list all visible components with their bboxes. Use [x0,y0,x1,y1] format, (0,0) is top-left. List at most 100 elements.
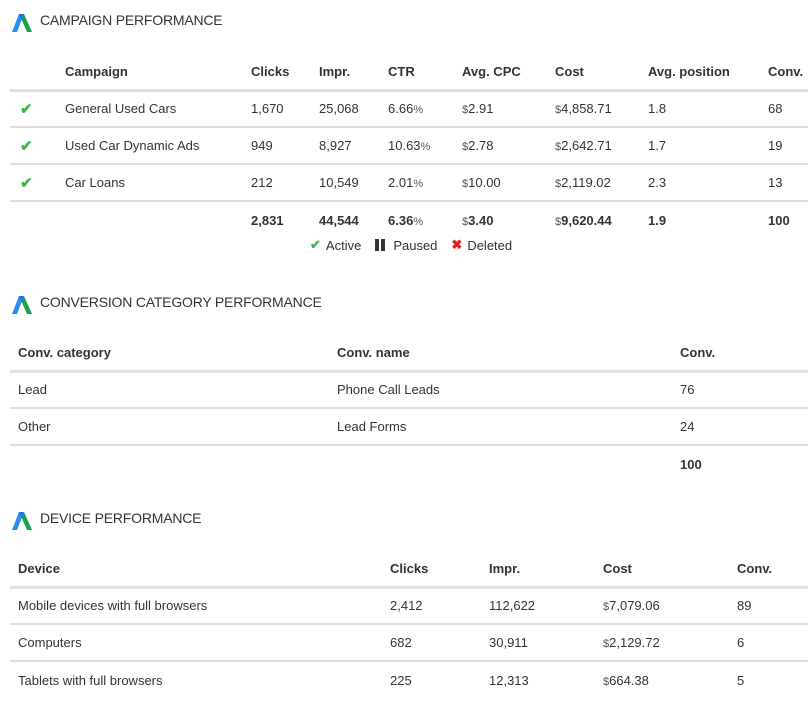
col-avg-cpc[interactable]: Avg. CPC [462,54,555,90]
conv-value: 76 [680,382,695,398]
percent-symbol: % [413,104,424,117]
total-avg-cpc: $3.40 [462,201,555,238]
conv-value: 13 [768,175,783,190]
table-row: Mobile devices with full browsers 2,412 … [10,587,808,624]
col-clicks[interactable]: Clicks [382,551,481,587]
avg-position-value: 1.7 [648,138,667,153]
avg-cpc-value: $2.91 [462,90,555,127]
cost-number: 2,119.02 [561,175,611,190]
campaign-section-header: CAMPAIGN PERFORMANCE [10,10,223,36]
check-icon: ✔ [310,237,321,252]
google-ads-logo-icon [10,10,34,34]
total-cost: $9,620.44 [555,201,648,238]
campaign-section-title: CAMPAIGN PERFORMANCE [40,12,223,28]
table-row: ✔ Used Car Dynamic Ads 949 8,927 10.63% … [10,127,808,164]
pause-icon [375,239,386,251]
impr-value: 25,068 [319,101,359,117]
legend-label: Paused [393,237,438,253]
table-row: Computers 682 30,911 $2,129.72 6 [10,624,808,661]
totals-row: 100 [10,445,808,482]
col-conv-category[interactable]: Conv. category [10,335,329,371]
col-conv[interactable]: Conv. [672,335,808,371]
conv-value: 24 [680,419,695,434]
conv-value: 5 [737,672,745,688]
col-conv-name[interactable]: Conv. name [329,335,672,371]
conv-value: 68 [768,101,783,117]
check-icon: ✔ [20,137,33,155]
avg-cpc-number: 2.91 [468,101,494,117]
device-name: Computers [18,635,82,650]
google-ads-logo-icon [10,508,34,532]
cost-value: $664.38 [595,661,729,698]
ctr-number: 2.01 [388,175,414,190]
totals-row: 2,831 44,544 6.36% $3.40 $9,620.44 1.9 1… [10,201,808,238]
conversion-section-title: CONVERSION CATEGORY PERFORMANCE [40,294,322,310]
campaign-name[interactable]: Used Car Dynamic Ads [65,127,251,164]
clicks-value: 212 [251,175,273,190]
conv-value: 19 [768,138,783,153]
col-avg-position[interactable]: Avg. position [648,54,768,90]
conversion-table: Conv. category Conv. name Conv. Lead Pho… [10,335,808,482]
ctr-value: 2.01% [388,164,462,201]
col-ctr[interactable]: CTR [388,54,462,90]
table-row: Lead Phone Call Leads 76 [10,371,808,408]
col-impr[interactable]: Impr. [481,551,595,587]
impr-value: 8,927 [319,138,352,153]
percent-symbol: % [420,141,431,153]
impr-value: 30,911 [489,635,528,650]
avg-cpc-number: 10.00 [468,175,501,190]
total-clicks: 2,831 [251,212,284,228]
total-ctr: 6.36% [388,201,462,238]
avg-position-value: 2.3 [648,175,667,190]
total-conv: 100 [680,456,702,472]
col-device[interactable]: Device [10,551,382,587]
ctr-number: 6.36 [388,212,414,228]
legend-deleted: ✖ Deleted [451,237,512,253]
cost-number: 9,620.44 [561,212,612,228]
cost-value: $4,858.71 [555,90,648,127]
cost-value: $2,119.02 [555,164,648,201]
google-ads-logo-icon [10,292,34,316]
impr-value: 112,622 [489,598,536,614]
col-impr[interactable]: Impr. [319,54,388,90]
campaign-name[interactable]: Car Loans [65,164,251,201]
check-icon: ✔ [20,174,33,192]
avg-position-value: 1.8 [648,101,667,117]
col-clicks[interactable]: Clicks [251,54,319,90]
cost-number: 2,129.72 [609,635,660,650]
avg-cpc-value: $10.00 [462,164,555,201]
col-campaign[interactable]: Campaign [65,54,251,90]
col-conv[interactable]: Conv. [729,551,808,587]
device-section-header: DEVICE PERFORMANCE [10,508,202,534]
total-impr: 44,544 [319,212,359,228]
total-conv: 100 [768,212,790,228]
ctr-value: 10.63% [388,127,462,164]
legend-label: Deleted [467,237,513,253]
ctr-value: 6.66% [388,90,462,127]
conversion-header-row: Conv. category Conv. name Conv. [10,335,808,371]
legend-active: ✔ Active [310,237,361,253]
cost-number: 2,642.71 [561,138,612,153]
status-legend: ✔ Active Paused ✖ Deleted [310,237,526,253]
conv-name: Phone Call Leads [337,382,440,398]
conv-category: Lead [18,382,47,398]
cost-value: $2,129.72 [595,624,729,661]
total-avg-position: 1.9 [648,212,667,228]
col-cost[interactable]: Cost [555,54,648,90]
campaign-table: Campaign Clicks Impr. CTR Avg. CPC Cost … [10,54,808,238]
conv-value: 6 [737,635,745,650]
device-table: Device Clicks Impr. Cost Conv. Mobile de… [10,551,808,698]
col-conv[interactable]: Conv. [768,54,808,90]
col-cost[interactable]: Cost [595,551,729,587]
campaign-name[interactable]: General Used Cars [65,90,251,127]
clicks-value: 949 [251,138,273,153]
cost-value: $7,079.06 [595,587,729,624]
ctr-number: 10.63 [388,138,421,153]
conv-name: Lead Forms [337,419,407,434]
table-row: Tablets with full browsers 225 12,313 $6… [10,661,808,698]
check-icon: ✔ [20,100,33,118]
clicks-value: 682 [390,635,412,650]
table-row: ✔ Car Loans 212 10,549 2.01% $10.00 $2,1… [10,164,808,201]
conv-category: Other [18,419,51,434]
col-status [10,54,65,90]
